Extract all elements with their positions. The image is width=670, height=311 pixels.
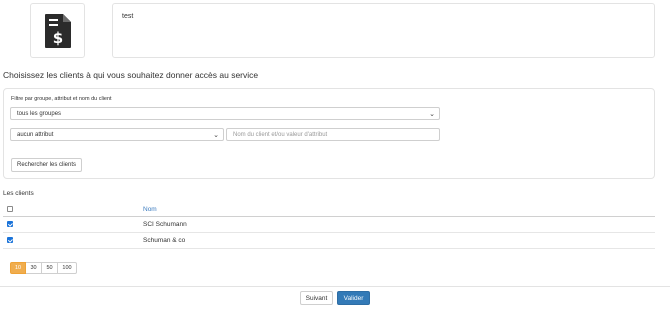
page-size-option[interactable]: 10	[10, 262, 26, 274]
row-checkbox[interactable]	[7, 221, 13, 227]
next-button[interactable]: Suivant	[300, 291, 333, 305]
row-checkbox[interactable]	[7, 237, 13, 243]
validate-button[interactable]: Valider	[337, 291, 370, 305]
service-description[interactable]: test	[112, 3, 655, 58]
service-icon-box: $	[30, 3, 85, 58]
invoice-dollar-icon: $	[44, 13, 71, 48]
page-size-option[interactable]: 100	[58, 262, 77, 274]
chevron-down-icon: ⌄	[429, 111, 435, 118]
filter-label: Filtre par groupe, attribut et nom du cl…	[11, 96, 112, 102]
page-size-option[interactable]: 50	[42, 262, 58, 274]
table-header: Nom	[3, 202, 655, 217]
group-select[interactable]: tous les groupes ⌄	[10, 107, 440, 120]
chevron-down-icon: ⌄	[213, 132, 219, 139]
group-select-value: tous les groupes	[17, 110, 62, 117]
svg-text:$: $	[52, 29, 62, 47]
service-description-text: test	[122, 13, 134, 20]
filter-panel: Filtre par groupe, attribut et nom du cl…	[3, 88, 655, 179]
clients-table: Nom SCI Schumann Schuman & co	[3, 202, 655, 249]
footer-divider	[0, 286, 670, 287]
client-search-placeholder: Nom du client et/ou valeur d'attribut	[233, 131, 328, 138]
clients-title: Les clients	[3, 190, 34, 197]
table-row: SCI Schumann	[3, 217, 655, 233]
search-clients-button[interactable]: Rechercher les clients	[11, 158, 83, 172]
client-search-input[interactable]: Nom du client et/ou valeur d'attribut	[226, 128, 440, 141]
column-name-header[interactable]: Nom	[143, 206, 157, 213]
page-size-selector: 10 30 50 100	[10, 262, 77, 274]
section-title: Choisissez les clients à qui vous souhai…	[3, 70, 259, 80]
select-all-checkbox[interactable]	[7, 206, 13, 212]
attribute-select[interactable]: aucun attribut ⌄	[10, 128, 224, 141]
client-name: SCI Schumann	[143, 221, 187, 228]
client-name: Schuman & co	[143, 237, 186, 244]
attribute-select-value: aucun attribut	[17, 131, 54, 138]
table-row: Schuman & co	[3, 233, 655, 249]
page-size-option[interactable]: 30	[26, 262, 42, 274]
